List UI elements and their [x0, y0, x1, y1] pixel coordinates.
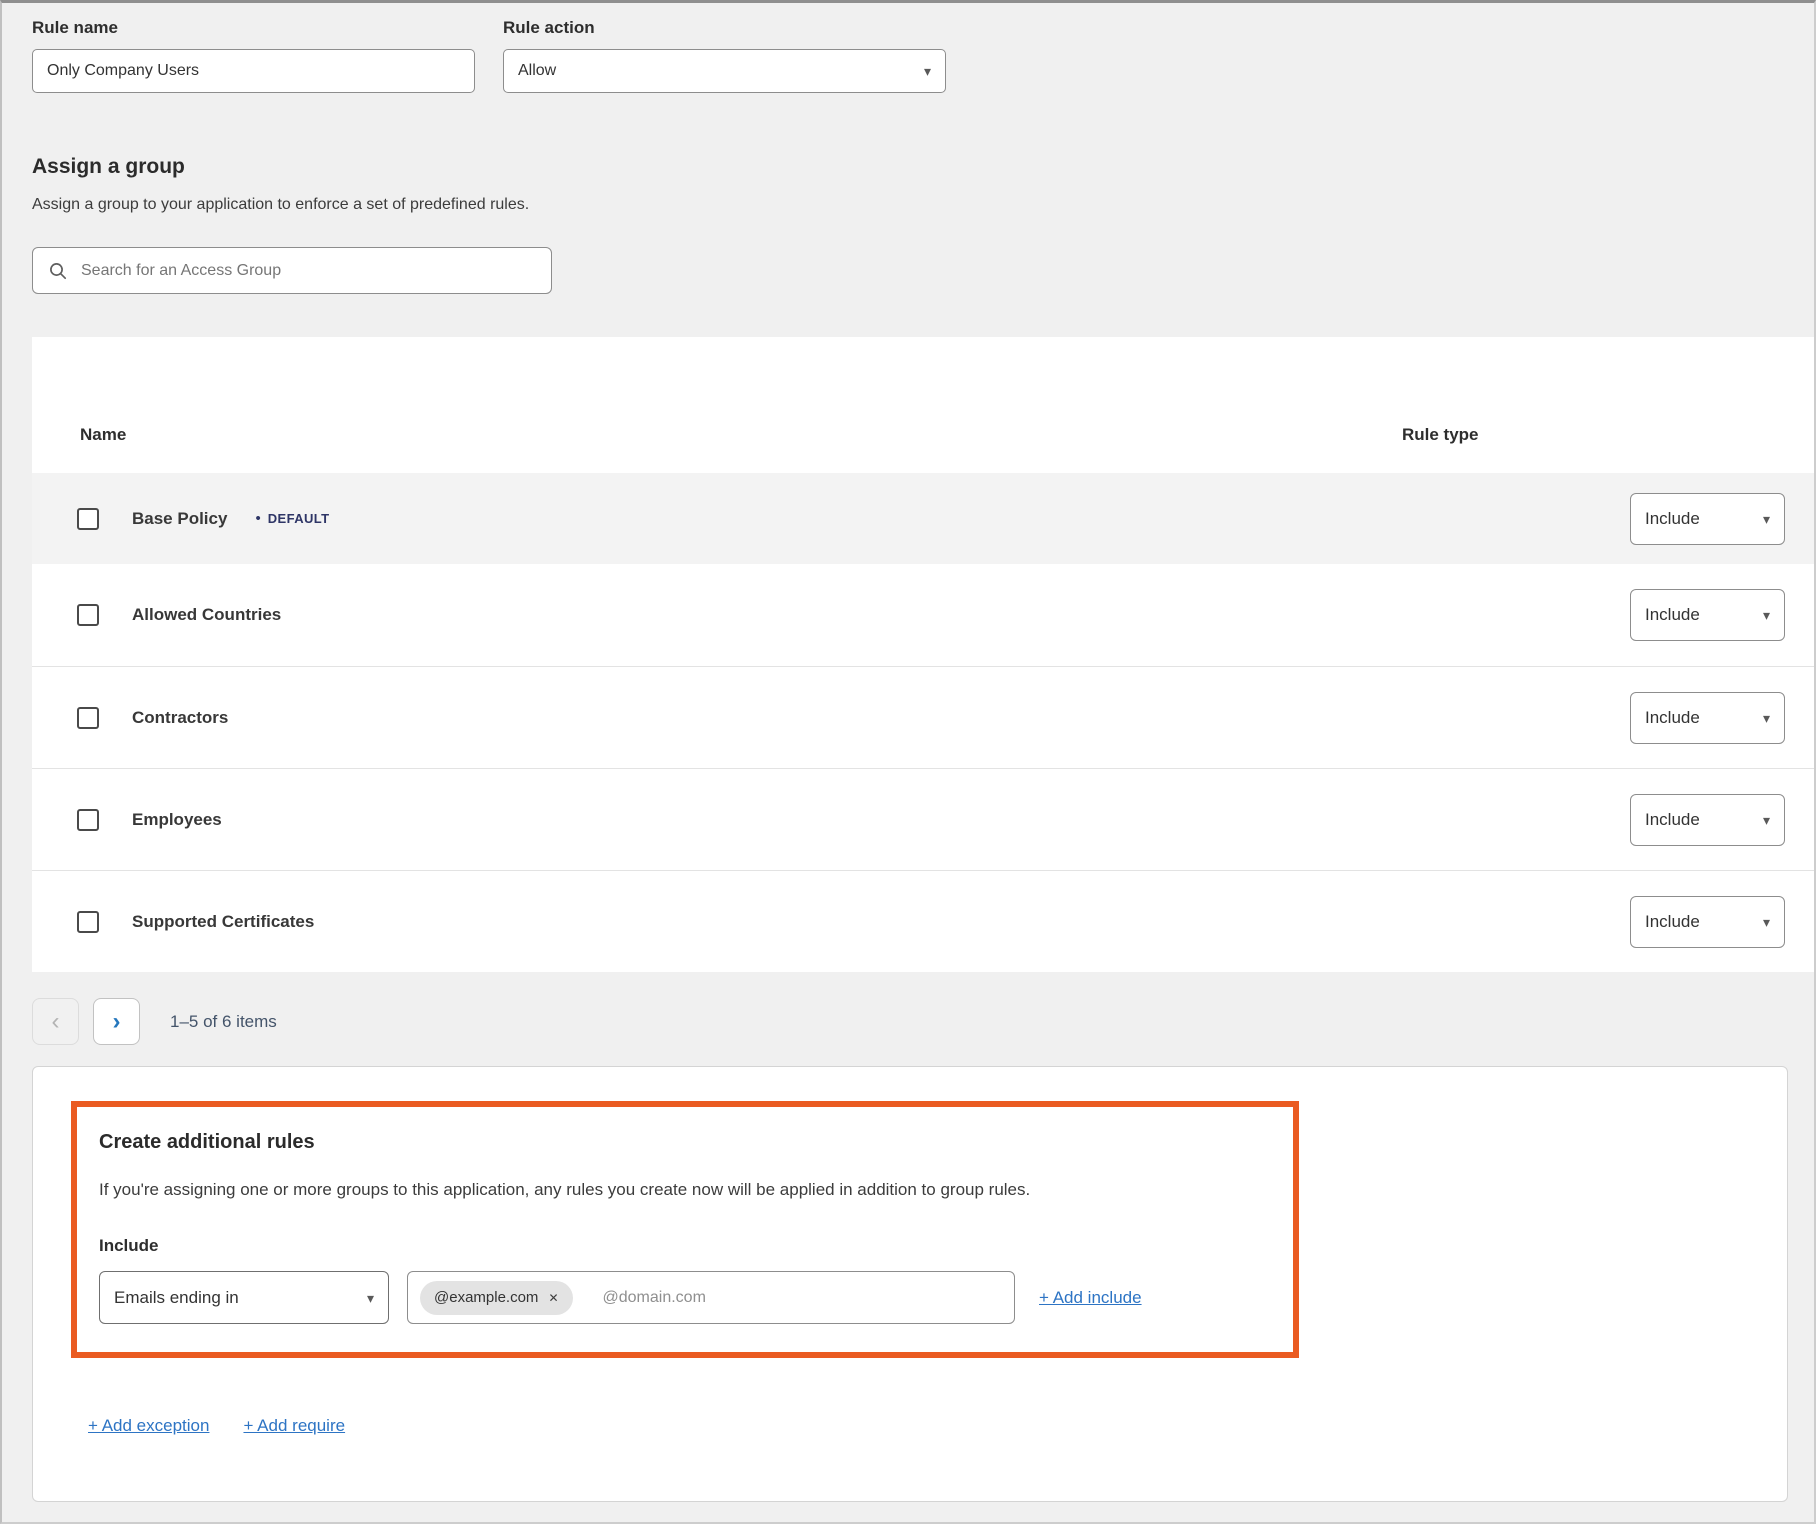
row-main: Supported Certificates [32, 911, 1402, 933]
row-checkbox[interactable] [77, 508, 99, 530]
chevron-down-icon: ▾ [1763, 711, 1770, 725]
table-row: Base Policy • DEFAULT Include ▾ [32, 473, 1814, 564]
condition-select[interactable]: Emails ending in ▾ [99, 1271, 389, 1324]
row-checkbox[interactable] [77, 911, 99, 933]
rule-name-group: Rule name [32, 18, 475, 93]
chevron-down-icon: ▾ [1763, 512, 1770, 526]
rule-action-select[interactable]: Allow ▾ [503, 49, 946, 93]
rule-type-cell: Include ▾ [1402, 896, 1814, 948]
row-label: Supported Certificates [132, 912, 314, 932]
condition-value: Emails ending in [114, 1288, 239, 1308]
add-include-link[interactable]: + Add include [1039, 1288, 1142, 1308]
rule-form-row: Rule name Rule action Allow ▾ [2, 18, 1814, 93]
access-group-search[interactable] [32, 247, 552, 294]
rule-type-select[interactable]: Include ▾ [1630, 896, 1785, 948]
add-exception-link[interactable]: + Add exception [88, 1416, 209, 1436]
additional-rules-description: If you're assigning one or more groups t… [99, 1180, 1265, 1200]
search-icon [49, 262, 67, 280]
column-header-name: Name [32, 425, 1402, 445]
rule-type-select[interactable]: Include ▾ [1630, 493, 1785, 545]
bottom-links: + Add exception + Add require [88, 1416, 1787, 1436]
include-rule-controls: Emails ending in ▾ @example.com ✕ + Add … [99, 1271, 1265, 1324]
additional-rules-title: Create additional rules [99, 1131, 1265, 1154]
chevron-down-icon: ▾ [1763, 813, 1770, 827]
row-main: Employees [32, 809, 1402, 831]
add-require-link[interactable]: + Add require [243, 1416, 345, 1436]
previous-page-button[interactable]: ‹ [32, 998, 79, 1045]
rule-name-label: Rule name [32, 18, 475, 38]
rule-name-input[interactable] [32, 49, 475, 93]
row-checkbox[interactable] [77, 809, 99, 831]
chevron-left-icon: ‹ [52, 1008, 60, 1036]
row-label: Employees [132, 810, 222, 830]
next-page-button[interactable]: › [93, 998, 140, 1045]
table-header: Name Rule type [32, 337, 1814, 473]
row-checkbox[interactable] [77, 604, 99, 626]
rule-action-label: Rule action [503, 18, 946, 38]
rule-type-cell: Include ▾ [1402, 493, 1814, 545]
table-row: Supported Certificates Include ▾ [32, 870, 1814, 972]
rule-action-value: Allow [518, 62, 556, 80]
chip-label: @example.com [434, 1289, 538, 1306]
chevron-down-icon: ▾ [924, 64, 931, 78]
rule-type-select[interactable]: Include ▾ [1630, 794, 1785, 846]
table-row: Contractors Include ▾ [32, 666, 1814, 768]
chevron-down-icon: ▾ [1763, 915, 1770, 929]
search-input[interactable] [81, 262, 535, 280]
row-checkbox[interactable] [77, 707, 99, 729]
row-main: Allowed Countries [32, 604, 1402, 626]
rule-config-page: Rule name Rule action Allow ▾ Assign a g… [2, 3, 1814, 1502]
row-main: Contractors [32, 707, 1402, 729]
rule-type-select[interactable]: Include ▾ [1630, 589, 1785, 641]
rule-type-value: Include [1645, 708, 1700, 728]
default-badge: • DEFAULT [255, 511, 329, 526]
include-label: Include [99, 1236, 1265, 1256]
additional-rules-card: Create additional rules If you're assign… [32, 1066, 1788, 1502]
email-domain-chip: @example.com ✕ [420, 1281, 573, 1315]
rule-type-value: Include [1645, 810, 1700, 830]
email-domain-tag-input[interactable]: @example.com ✕ [407, 1271, 1015, 1324]
pagination: ‹ › 1–5 of 6 items [32, 998, 1814, 1045]
email-domain-input[interactable] [603, 1289, 1015, 1307]
row-label: Contractors [132, 708, 228, 728]
column-header-rule-type: Rule type [1402, 425, 1814, 445]
table-row: Employees Include ▾ [32, 768, 1814, 870]
rule-action-group: Rule action Allow ▾ [503, 18, 946, 93]
rule-type-select[interactable]: Include ▾ [1630, 692, 1785, 744]
rule-type-cell: Include ▾ [1402, 589, 1814, 641]
bullet-icon: • [255, 511, 260, 526]
close-icon[interactable]: ✕ [548, 1291, 558, 1305]
chevron-down-icon: ▾ [1763, 608, 1770, 622]
rule-type-cell: Include ▾ [1402, 692, 1814, 744]
chevron-down-icon: ▾ [367, 1291, 374, 1305]
row-label: Allowed Countries [132, 605, 281, 625]
rule-type-value: Include [1645, 509, 1700, 529]
assign-group-title: Assign a group [32, 155, 1814, 179]
badge-text: DEFAULT [268, 511, 330, 526]
chevron-right-icon: › [113, 1008, 121, 1036]
table-row: Allowed Countries Include ▾ [32, 564, 1814, 666]
access-groups-table: Name Rule type Base Policy • DEFAULT Inc… [32, 337, 1814, 972]
assign-group-description: Assign a group to your application to en… [32, 196, 1814, 214]
pagination-label: 1–5 of 6 items [170, 1012, 277, 1032]
rule-type-value: Include [1645, 605, 1700, 625]
row-label: Base Policy [132, 509, 227, 529]
rule-type-value: Include [1645, 912, 1700, 932]
row-main: Base Policy • DEFAULT [32, 508, 1402, 530]
highlighted-region: Create additional rules If you're assign… [71, 1101, 1299, 1358]
rule-type-cell: Include ▾ [1402, 794, 1814, 846]
